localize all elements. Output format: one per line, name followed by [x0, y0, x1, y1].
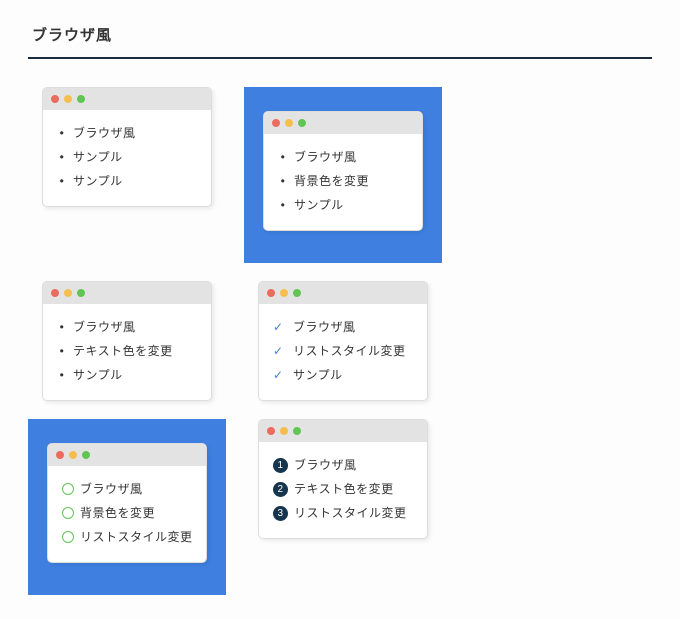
maximize-icon	[77, 289, 85, 297]
browser-window: ブラウザ風サンプルサンプル	[42, 87, 212, 207]
list-item: ブラウザ風	[57, 318, 199, 336]
minimize-icon	[69, 451, 77, 459]
card-cell: ブラウザ風テキスト色を変更サンプル	[28, 281, 226, 401]
list-item: サンプル	[57, 366, 199, 384]
window-body: 1ブラウザ風 2テキスト色を変更 3リストスタイル変更	[259, 442, 427, 538]
list-item: 背景色を変更	[62, 504, 194, 522]
browser-window: ブラウザ風リストスタイル変更サンプル	[258, 281, 428, 401]
browser-window: ブラウザ風背景色を変更リストスタイル変更	[47, 443, 207, 563]
list-item: ブラウザ風	[57, 124, 199, 142]
list-item: サンプル	[278, 196, 410, 214]
minimize-icon	[64, 289, 72, 297]
card-cell: ブラウザ風背景色を変更リストスタイル変更	[28, 419, 226, 595]
window-titlebar	[43, 282, 211, 304]
close-icon	[51, 289, 59, 297]
list-item: 1ブラウザ風	[273, 456, 415, 474]
list-item: ブラウザ風	[273, 318, 415, 336]
close-icon	[272, 119, 280, 127]
list-item: 3リストスタイル変更	[273, 504, 415, 522]
list: ブラウザ風サンプルサンプル	[57, 124, 199, 190]
list-item: サンプル	[273, 366, 415, 384]
window-body: ブラウザ風背景色を変更リストスタイル変更	[48, 466, 206, 562]
list-item: ブラウザ風	[278, 148, 410, 166]
browser-window: 1ブラウザ風 2テキスト色を変更 3リストスタイル変更	[258, 419, 428, 539]
card-cell: ブラウザ風サンプルサンプル	[28, 87, 226, 263]
list-item: サンプル	[57, 148, 199, 166]
list: ブラウザ風背景色を変更サンプル	[278, 148, 410, 214]
window-titlebar	[48, 444, 206, 466]
window-titlebar	[259, 282, 427, 304]
maximize-icon	[77, 95, 85, 103]
list-item: リストスタイル変更	[62, 528, 194, 546]
list-item: リストスタイル変更	[273, 342, 415, 360]
list: 1ブラウザ風 2テキスト色を変更 3リストスタイル変更	[273, 456, 415, 522]
list: ブラウザ風背景色を変更リストスタイル変更	[62, 480, 194, 546]
window-body: ブラウザ風テキスト色を変更サンプル	[43, 304, 211, 400]
window-body: ブラウザ風背景色を変更サンプル	[264, 134, 422, 230]
window-body: ブラウザ風リストスタイル変更サンプル	[259, 304, 427, 400]
window-titlebar	[43, 88, 211, 110]
minimize-icon	[280, 289, 288, 297]
minimize-icon	[64, 95, 72, 103]
card-cell: 1ブラウザ風 2テキスト色を変更 3リストスタイル変更	[244, 419, 442, 595]
minimize-icon	[280, 427, 288, 435]
close-icon	[267, 427, 275, 435]
number-badge: 1	[273, 458, 288, 473]
number-badge: 2	[273, 482, 288, 497]
section-heading: ブラウザ風	[28, 24, 652, 59]
number-badge: 3	[273, 506, 288, 521]
list-item: ブラウザ風	[62, 480, 194, 498]
window-body: ブラウザ風サンプルサンプル	[43, 110, 211, 206]
list-item: 背景色を変更	[278, 172, 410, 190]
list-item: 2テキスト色を変更	[273, 480, 415, 498]
maximize-icon	[298, 119, 306, 127]
maximize-icon	[293, 427, 301, 435]
card-cell: ブラウザ風リストスタイル変更サンプル	[244, 281, 442, 401]
card-grid: ブラウザ風サンプルサンプル ブラウザ風背景色を変更サンプル ブラウザ風テキスト色…	[28, 87, 652, 595]
browser-window: ブラウザ風背景色を変更サンプル	[263, 111, 423, 231]
card-cell: ブラウザ風背景色を変更サンプル	[244, 87, 442, 263]
window-titlebar	[264, 112, 422, 134]
list-item: テキスト色を変更	[57, 342, 199, 360]
list: ブラウザ風リストスタイル変更サンプル	[273, 318, 415, 384]
close-icon	[51, 95, 59, 103]
maximize-icon	[293, 289, 301, 297]
close-icon	[56, 451, 64, 459]
list: ブラウザ風テキスト色を変更サンプル	[57, 318, 199, 384]
minimize-icon	[285, 119, 293, 127]
maximize-icon	[82, 451, 90, 459]
window-titlebar	[259, 420, 427, 442]
close-icon	[267, 289, 275, 297]
browser-window: ブラウザ風テキスト色を変更サンプル	[42, 281, 212, 401]
list-item: サンプル	[57, 172, 199, 190]
